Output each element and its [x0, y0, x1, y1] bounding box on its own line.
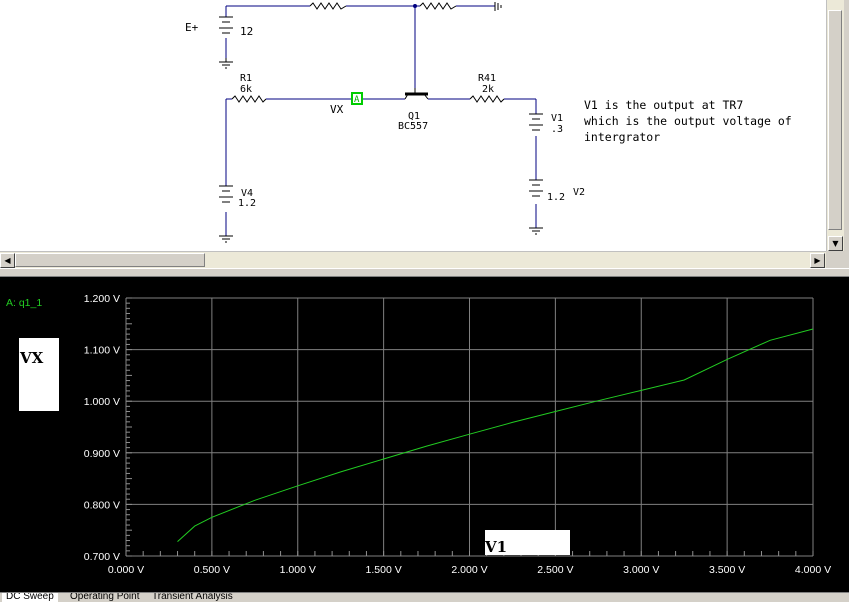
- horizontal-scrollbar[interactable]: ◀ ▶: [0, 251, 826, 269]
- x-tick-label: 0.000 V: [108, 564, 144, 576]
- x-tick-label: 2.500 V: [537, 564, 573, 576]
- y-tick-label: 1.200 V: [84, 293, 120, 305]
- note-line: which is the output voltage of: [584, 114, 792, 128]
- note-line: V1 is the output at TR7: [584, 98, 744, 112]
- x-tick-label: 3.000 V: [623, 564, 659, 576]
- y-axis-title-box: VX: [19, 338, 59, 411]
- scroll-down-button[interactable]: ▼: [828, 236, 843, 251]
- note-line: intergrator: [584, 130, 661, 144]
- y-tick-label: 1.100 V: [84, 345, 120, 357]
- horizontal-scroll-thumb[interactable]: [15, 253, 205, 267]
- r1-value: 6k: [240, 84, 252, 95]
- vertical-scroll-thumb[interactable]: [828, 10, 842, 230]
- tab-operating-point[interactable]: Operating Point: [66, 593, 144, 602]
- arrow-left-icon: ◀: [4, 256, 11, 265]
- r41-value: 2k: [482, 84, 494, 95]
- schematic-canvas[interactable]: A E+ 12 R1 6k VX Q1 BC557 R41 2k V1 .3 1…: [0, 0, 826, 251]
- r1-name: R1: [240, 73, 252, 84]
- probe-label: A: [354, 95, 360, 105]
- y-axis-title: VX: [20, 349, 44, 367]
- y-tick-label: 0.900 V: [84, 448, 120, 460]
- r41-name: R41: [478, 73, 496, 84]
- tab-transient-analysis[interactable]: Transient Analysis: [148, 593, 237, 602]
- x-tick-label: 2.000 V: [451, 564, 487, 576]
- schematic-note: V1 is the output at TR7 which is the outp…: [584, 97, 792, 145]
- plot-panel[interactable]: 1.200 V 1.100 V 1.000 V 0.900 V 0.800 V 0.700…: [0, 277, 849, 592]
- v1-value: .3: [551, 124, 563, 135]
- y-tick-label: 0.700 V: [84, 551, 120, 563]
- vx-net-label: VX: [330, 103, 344, 116]
- pane-splitter[interactable]: [0, 268, 849, 277]
- v2-name: V2: [573, 187, 585, 198]
- y-tick-label: 0.800 V: [84, 499, 120, 511]
- scroll-left-button[interactable]: ◀: [0, 253, 15, 268]
- v2-value: 1.2: [547, 192, 565, 203]
- v4-value: 1.2: [238, 198, 256, 209]
- eplus-value: 12: [240, 25, 253, 38]
- chart-svg: 1.200 V 1.100 V 1.000 V 0.900 V 0.800 V 0.700…: [6, 293, 831, 576]
- x-tick-label: 0.500 V: [194, 564, 230, 576]
- x-tick-label: 4.000 V: [795, 564, 831, 576]
- x-tick-label: 1.000 V: [280, 564, 316, 576]
- x-tick-label: 1.500 V: [366, 564, 402, 576]
- eplus-label: E+: [185, 21, 199, 34]
- scroll-right-button[interactable]: ▶: [810, 253, 825, 268]
- trace-legend-label: A: q1_1: [6, 297, 42, 309]
- vertical-scrollbar[interactable]: ▼: [826, 0, 844, 251]
- x-tick-label: 3.500 V: [709, 564, 745, 576]
- arrow-down-icon: ▼: [832, 239, 839, 248]
- tab-dc-sweep[interactable]: DC Sweep: [2, 593, 58, 602]
- arrow-right-icon: ▶: [814, 256, 821, 265]
- trace-line-q1: [177, 328, 814, 542]
- v1-name: V1: [551, 113, 563, 124]
- x-axis-title-box: V1: [485, 530, 570, 556]
- x-axis-title: V1: [485, 538, 508, 556]
- y-tick-label: 1.000 V: [84, 396, 120, 408]
- q1-model: BC557: [398, 121, 428, 132]
- scroll-corner: [826, 251, 849, 268]
- analysis-tabs: DC Sweep Operating Point Transient Analy…: [0, 592, 849, 602]
